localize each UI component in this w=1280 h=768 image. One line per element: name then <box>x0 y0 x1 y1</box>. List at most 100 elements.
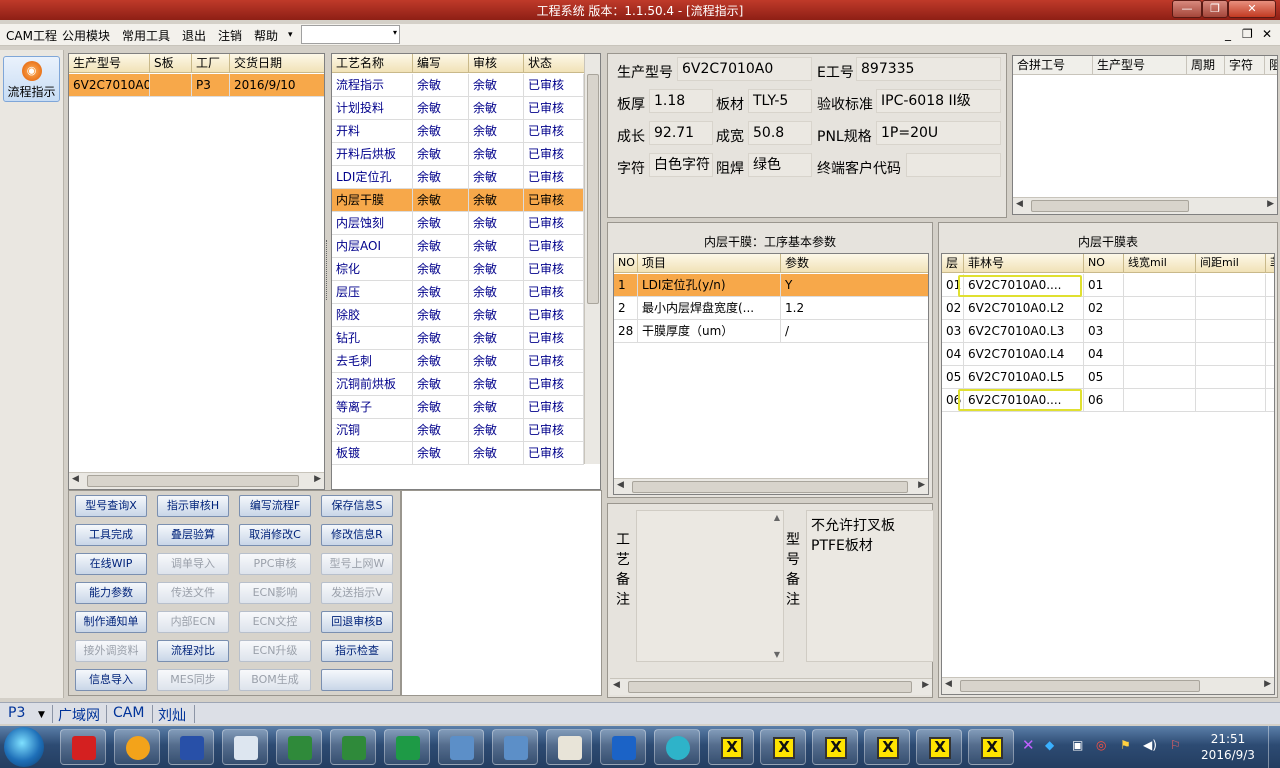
mdi-minimize-button[interactable]: _ <box>1225 27 1231 41</box>
table-row[interactable]: 板镀 余敏 余敏 已审核 <box>332 442 584 465</box>
cad-window-icon[interactable]: X <box>968 729 1014 765</box>
network-icon[interactable]: ▣ <box>1072 738 1083 752</box>
action-button[interactable]: 传送文件 <box>157 582 229 604</box>
model-field[interactable]: 6V2C7010A0 <box>677 57 812 81</box>
action-button[interactable]: 回退审核B <box>321 611 393 633</box>
scroll-thumb[interactable] <box>87 475 299 487</box>
flow-instruction-button[interactable]: ◉ 流程指示 <box>3 56 60 102</box>
header-layer[interactable]: 层 <box>942 254 964 273</box>
table-row[interactable]: 05 6V2C7010A0.L5 05 <box>942 366 1274 389</box>
length-field[interactable]: 92.71 <box>649 121 713 145</box>
excel-icon[interactable] <box>330 729 376 765</box>
action-button[interactable]: 流程对比 <box>157 640 229 662</box>
action-button[interactable]: 指示检查 <box>321 640 393 662</box>
header-process-name[interactable]: 工艺名称 <box>332 54 413 73</box>
scroll-thumb[interactable] <box>632 481 908 493</box>
header-line-width[interactable]: 线宽mil <box>1124 254 1196 273</box>
action-button[interactable]: PPC审核 <box>239 553 311 575</box>
params-hscroll[interactable]: ◀ ▶ <box>614 478 928 494</box>
header-mask[interactable]: 阻焊 <box>1265 56 1277 75</box>
action-button[interactable]: 能力参数 <box>75 582 147 604</box>
action-button[interactable]: 叠层验算 <box>157 524 229 546</box>
action-button[interactable]: 指示审核H <box>157 495 229 517</box>
empty-button[interactable] <box>321 669 393 691</box>
action-button[interactable]: 调单导入 <box>157 553 229 575</box>
scroll-thumb[interactable] <box>960 680 1200 692</box>
action-button[interactable]: ECN文控 <box>239 611 311 633</box>
action-button[interactable]: 取消修改C <box>239 524 311 546</box>
material-field[interactable]: TLY-5 <box>748 89 812 113</box>
restore-button[interactable]: ❐ <box>1202 0 1228 18</box>
notepad-icon[interactable] <box>222 729 268 765</box>
action-button[interactable]: 工具完成 <box>75 524 147 546</box>
excel-icon[interactable] <box>276 729 322 765</box>
splitter-handle[interactable] <box>326 240 329 300</box>
action-button[interactable]: 信息导入 <box>75 669 147 691</box>
mdi-close-button[interactable]: ✕ <box>1262 27 1272 41</box>
pnl-field[interactable]: 1P=20U <box>876 121 1001 145</box>
table-row[interactable]: 开料后烘板 余敏 余敏 已审核 <box>332 143 584 166</box>
minimize-button[interactable]: — <box>1172 0 1202 18</box>
header-merge-no[interactable]: 合拼工号 <box>1013 56 1093 75</box>
shell-app-icon[interactable] <box>114 729 160 765</box>
header-value[interactable]: 参数 <box>781 254 928 273</box>
image-viewer-icon[interactable] <box>492 729 538 765</box>
table-row[interactable]: 沉铜前烘板 余敏 余敏 已审核 <box>332 373 584 396</box>
table-row[interactable]: 28 干膜厚度（um） / <box>614 320 928 343</box>
table-row[interactable]: LDI定位孔 余敏 余敏 已审核 <box>332 166 584 189</box>
header-period[interactable]: 周期 <box>1187 56 1225 75</box>
header-model[interactable]: 生产型号 <box>69 54 150 73</box>
model-remark-field[interactable]: 不允许打叉板 PTFE板材 <box>806 510 934 662</box>
menu-common-tools[interactable]: 常用工具 <box>122 27 170 44</box>
scroll-thumb[interactable] <box>628 681 912 693</box>
table-row[interactable]: 内层AOI 余敏 余敏 已审核 <box>332 235 584 258</box>
header-reviewer[interactable]: 审核 <box>469 54 524 73</box>
table-row[interactable]: 开料 余敏 余敏 已审核 <box>332 120 584 143</box>
mdi-restore-button[interactable]: ❐ <box>1242 27 1253 41</box>
app-g-icon[interactable] <box>60 729 106 765</box>
camera-app-icon[interactable] <box>654 729 700 765</box>
table-row[interactable]: 2 最小内层焊盘宽度(... 1.2 <box>614 297 928 320</box>
thickness-field[interactable]: 1.18 <box>649 89 713 113</box>
table-row[interactable]: 流程指示 余敏 余敏 已审核 <box>332 74 584 97</box>
e-no-field[interactable]: 897335 <box>856 57 1001 81</box>
table-row[interactable]: 内层蚀刻 余敏 余敏 已审核 <box>332 212 584 235</box>
flag-icon[interactable]: ⚑ <box>1120 738 1131 752</box>
table-row[interactable]: 02 6V2C7010A0.L2 02 <box>942 297 1274 320</box>
header-merge-model[interactable]: 生产型号 <box>1093 56 1187 75</box>
film-hscroll[interactable]: ◀ ▶ <box>942 677 1274 694</box>
table-row[interactable]: 除胶 余敏 余敏 已审核 <box>332 304 584 327</box>
menu-help[interactable]: 帮助 <box>254 27 278 44</box>
action-button[interactable]: BOM生成 <box>239 669 311 691</box>
standard-field[interactable]: IPC-6018 II级 <box>876 89 1001 113</box>
mask-field[interactable]: 绿色 <box>748 153 812 177</box>
menu-cam-project[interactable]: CAM工程 <box>6 27 57 44</box>
table-row[interactable]: 6V2C7010A0 P3 2016/9/10 <box>69 74 324 97</box>
menu-common-modules[interactable]: 公用模块 <box>62 27 110 44</box>
header-no[interactable]: NO <box>614 254 638 273</box>
process-remark-field[interactable]: ▲ ▼ <box>636 510 784 662</box>
scroll-thumb[interactable] <box>587 74 599 304</box>
show-desktop-button[interactable] <box>1268 726 1280 768</box>
image-viewer-icon[interactable] <box>438 729 484 765</box>
header-film-no[interactable]: 菲林号 <box>964 254 1084 273</box>
table-row[interactable]: 计划投料 余敏 余敏 已审核 <box>332 97 584 120</box>
menu-combo[interactable]: ▾ <box>301 25 400 44</box>
tray-red-icon[interactable]: ◎ <box>1096 738 1106 752</box>
action-button[interactable]: 内部ECN <box>157 611 229 633</box>
table-row[interactable]: 棕化 余敏 余敏 已审核 <box>332 258 584 281</box>
action-center-icon[interactable]: ⚐ <box>1170 738 1181 752</box>
save-disk-icon[interactable] <box>168 729 214 765</box>
windows-start-icon[interactable] <box>4 727 44 767</box>
header-char[interactable]: 字符 <box>1225 56 1265 75</box>
process-grid-vscroll[interactable] <box>584 54 600 464</box>
table-row[interactable]: 沉铜 余敏 余敏 已审核 <box>332 419 584 442</box>
cad-window-icon[interactable]: X <box>760 729 806 765</box>
table-row[interactable]: 去毛刺 余敏 余敏 已审核 <box>332 350 584 373</box>
merge-grid-hscroll[interactable]: ◀ ▶ <box>1013 197 1277 214</box>
table-row[interactable]: 04 6V2C7010A0.L4 04 <box>942 343 1274 366</box>
chevron-down-icon[interactable]: ▼ <box>38 710 45 720</box>
action-button[interactable]: 发送指示V <box>321 582 393 604</box>
action-button[interactable]: 修改信息R <box>321 524 393 546</box>
document-icon[interactable] <box>546 729 592 765</box>
